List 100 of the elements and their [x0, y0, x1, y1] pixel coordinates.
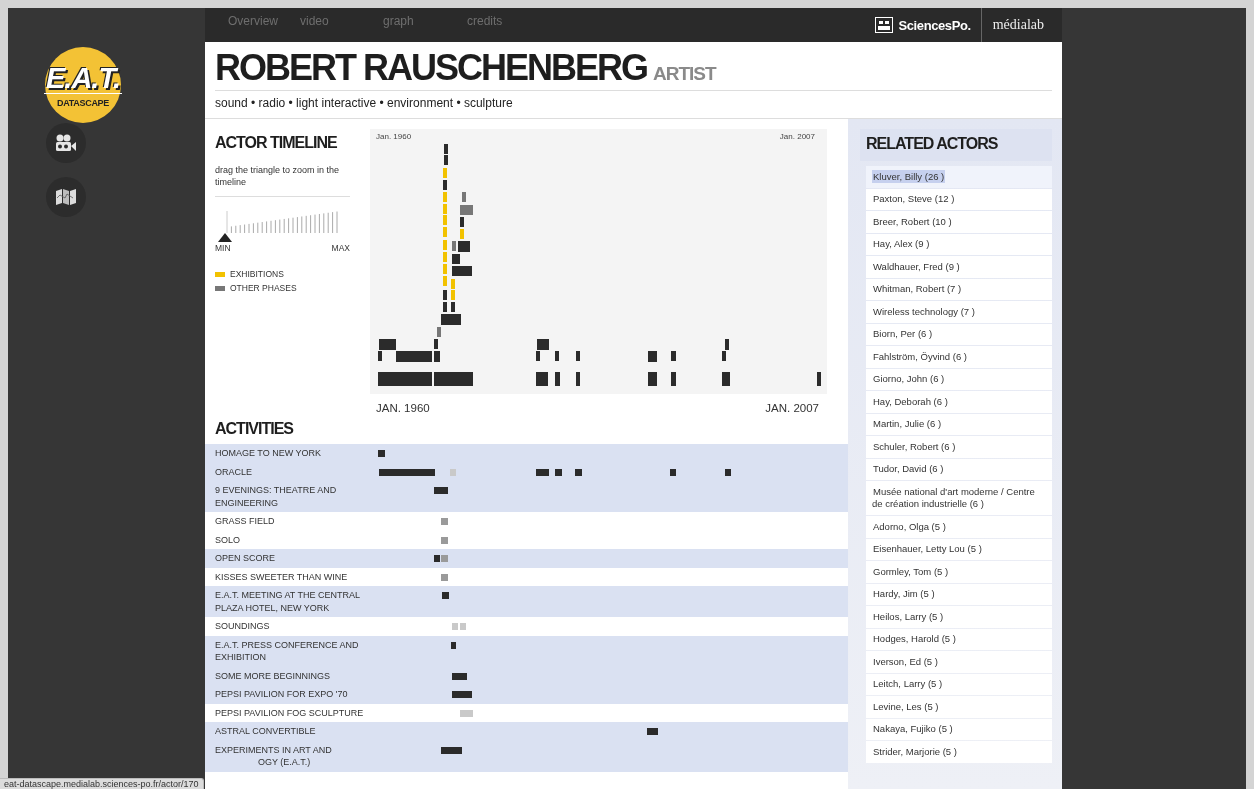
actor-list-item[interactable]: Strider, Marjorie (5 ) [866, 741, 1052, 763]
actor-list-item[interactable]: Wireless technology (7 ) [866, 301, 1052, 323]
actor-list-item[interactable]: Iverson, Ed (5 ) [866, 651, 1052, 673]
hint-text: drag the triangle to zoom in the timeline [215, 164, 350, 197]
slider-min-label: MIN [215, 243, 231, 253]
timeline-bar [443, 180, 447, 190]
timeline-bar [452, 266, 472, 276]
timeline-bar [817, 372, 821, 386]
actor-list-item[interactable]: Waldhauer, Fred (9 ) [866, 256, 1052, 278]
slider-thumb[interactable] [218, 233, 232, 242]
timeline-bar [462, 192, 466, 202]
activity-label[interactable]: KISSES SWEETER THAN WINE [215, 570, 365, 583]
activity-row[interactable]: SOLO [205, 530, 848, 549]
activity-label[interactable]: SOUNDINGS [215, 620, 365, 633]
activity-bars-drawing [452, 672, 467, 680]
activity-label[interactable]: SOLO [215, 533, 365, 546]
activity-label[interactable]: SOME MORE BEGINNINGS [215, 669, 365, 682]
timeline-bar [555, 351, 559, 361]
timeline-bar [441, 314, 461, 325]
legend-label: EXHIBITIONS [230, 269, 284, 279]
timeline-bar [722, 372, 730, 386]
partner-logo[interactable]: SciencesPo. [898, 17, 971, 33]
activity-row[interactable]: OPEN SCORE [205, 549, 848, 568]
activity-bars-drawing [441, 536, 448, 544]
activity-row[interactable]: PEPSI PAVILION FOR EXPO '70 [205, 685, 848, 704]
activity-row[interactable]: E.A.T. PRESS CONFERENCE AND EXHIBITION [205, 635, 848, 667]
section-title: ACTOR TIMELINE [215, 134, 338, 152]
actor-list-item[interactable]: Schuler, Robert (6 ) [866, 436, 1052, 458]
activity-label[interactable]: PEPSI PAVILION FOR EXPO '70 [215, 688, 365, 701]
folded-map-icon [55, 189, 77, 205]
activity-row[interactable]: PEPSI PAVILION FOG SCULPTURE [205, 703, 848, 722]
actor-list-item[interactable]: Breer, Robert (10 ) [866, 211, 1052, 233]
map-link-button[interactable] [46, 177, 86, 217]
activity-bars-drawing [441, 573, 448, 581]
activity-row[interactable]: E.A.T. MEETING AT THE CENTRAL PLAZA HOTEL, NEW YORK [205, 586, 848, 617]
actor-list-item[interactable]: Musée national d'art moderne / Centre de création industrielle (6 ) [866, 481, 1052, 515]
activity-label[interactable]: GRASS FIELD [215, 515, 365, 528]
activity-bars-drawing [434, 555, 448, 562]
activity-bars-drawing [451, 641, 456, 649]
actor-list-item[interactable]: Nakaya, Fujiko (5 ) [866, 718, 1052, 740]
timeline-bar [458, 241, 470, 252]
actor-list-item[interactable]: Levine, Les (5 ) [866, 696, 1052, 718]
actor-list-item[interactable]: Whitman, Robert (7 ) [866, 278, 1052, 300]
actor-list-item[interactable]: Martin, Julie (6 ) [866, 413, 1052, 435]
timeline-bar [443, 264, 447, 274]
timeline-bar [434, 351, 440, 362]
actor-list-item[interactable]: Eisenhauer, Letty Lou (5 ) [866, 538, 1052, 560]
activity-label[interactable]: ORACLE [215, 465, 365, 478]
actor-list-item[interactable]: Kluver, Billy (26 ) [866, 166, 1052, 188]
activity-row[interactable]: HOMAGE TO NEW YORK [205, 444, 848, 463]
timeline-bar [648, 351, 657, 362]
activity-row[interactable]: SOUNDINGS [205, 617, 848, 636]
actor-list-item[interactable]: Biorn, Per (6 ) [866, 323, 1052, 345]
section-title: RELATED ACTORS [860, 129, 1052, 161]
activity-row[interactable]: ASTRAL CONVERTIBLE [205, 722, 848, 741]
actor-list-item[interactable]: Adorno, Olga (5 ) [866, 516, 1052, 538]
activity-row[interactable]: KISSES SWEETER THAN WINE [205, 567, 848, 586]
partner-logo[interactable]: médialab [981, 17, 1062, 33]
zoom-slider[interactable] [218, 209, 341, 243]
actor-list-item[interactable]: Heilos, Larry (5 ) [866, 606, 1052, 628]
timeline-bar [451, 302, 455, 312]
activity-row[interactable]: 9 EVENINGS: THEATRE AND ENGINEERING [205, 481, 848, 512]
activity-label[interactable]: ASTRAL CONVERTIBLE [215, 725, 365, 738]
actor-list-item[interactable]: Giorno, John (6 ) [866, 368, 1052, 390]
actor-role: ARTIST [653, 63, 716, 85]
actor-list-item[interactable]: Hay, Deborah (6 ) [866, 391, 1052, 413]
actor-list-item[interactable]: Paxton, Steve (12 ) [866, 188, 1052, 210]
actor-list-item[interactable]: Hay, Alex (9 ) [866, 233, 1052, 255]
logo-badge[interactable]: E.A.T. DATASCAPE [45, 47, 121, 123]
legend-label: OTHER PHASES [230, 283, 297, 293]
actor-list-item[interactable]: Fahlström, Öyvind (6 ) [866, 346, 1052, 368]
activity-bars-drawing [441, 746, 462, 754]
timeline-bar [434, 339, 438, 349]
chart-start-label: Jan. 1960 [376, 132, 412, 141]
video-link-button[interactable] [46, 123, 86, 163]
actor-list-item[interactable]: Leitch, Larry (5 ) [866, 673, 1052, 695]
activity-label[interactable]: HOMAGE TO NEW YORK [215, 447, 365, 460]
actor-list-item[interactable]: Hodges, Harold (5 ) [866, 628, 1052, 650]
building-icon [875, 17, 894, 33]
activity-label[interactable]: E.A.T. PRESS CONFERENCE AND EXHIBITION [215, 638, 365, 664]
activity-label[interactable]: OPEN SCORE [215, 552, 365, 565]
activity-label[interactable]: 9 EVENINGS: THEATRE AND ENGINEERING [215, 484, 365, 509]
actor-list-item[interactable]: Gormley, Tom (5 ) [866, 561, 1052, 583]
timeline-bar [452, 254, 460, 264]
activity-label[interactable]: PEPSI PAVILION FOG SCULPTURE [215, 706, 365, 719]
activity-bars-drawing [378, 450, 385, 457]
timeline-bar [443, 252, 447, 262]
actor-list-item[interactable]: Tudor, David (6 ) [866, 458, 1052, 480]
timeline-bar [443, 276, 447, 286]
video-camera-icon [55, 134, 77, 152]
actor-name: ROBERT RAUSCHENBERG [215, 48, 648, 88]
timeline-bar [576, 372, 580, 386]
timeline-bar [460, 229, 464, 239]
activity-row[interactable]: GRASS FIELD [205, 512, 848, 531]
timeline-bar [648, 372, 657, 386]
activity-row[interactable]: EXPERIMENTS IN ART AND OGY (E.A.T.) [205, 740, 848, 772]
activity-label[interactable]: EXPERIMENTS IN ART AND OGY (E.A.T.) [215, 743, 365, 769]
section-title: ACTIVITIES [214, 420, 295, 439]
activity-label[interactable]: E.A.T. MEETING AT THE CENTRAL PLAZA HOTEL, NEW YORK [215, 589, 365, 614]
actor-list-item[interactable]: Hardy, Jim (5 ) [866, 583, 1052, 605]
